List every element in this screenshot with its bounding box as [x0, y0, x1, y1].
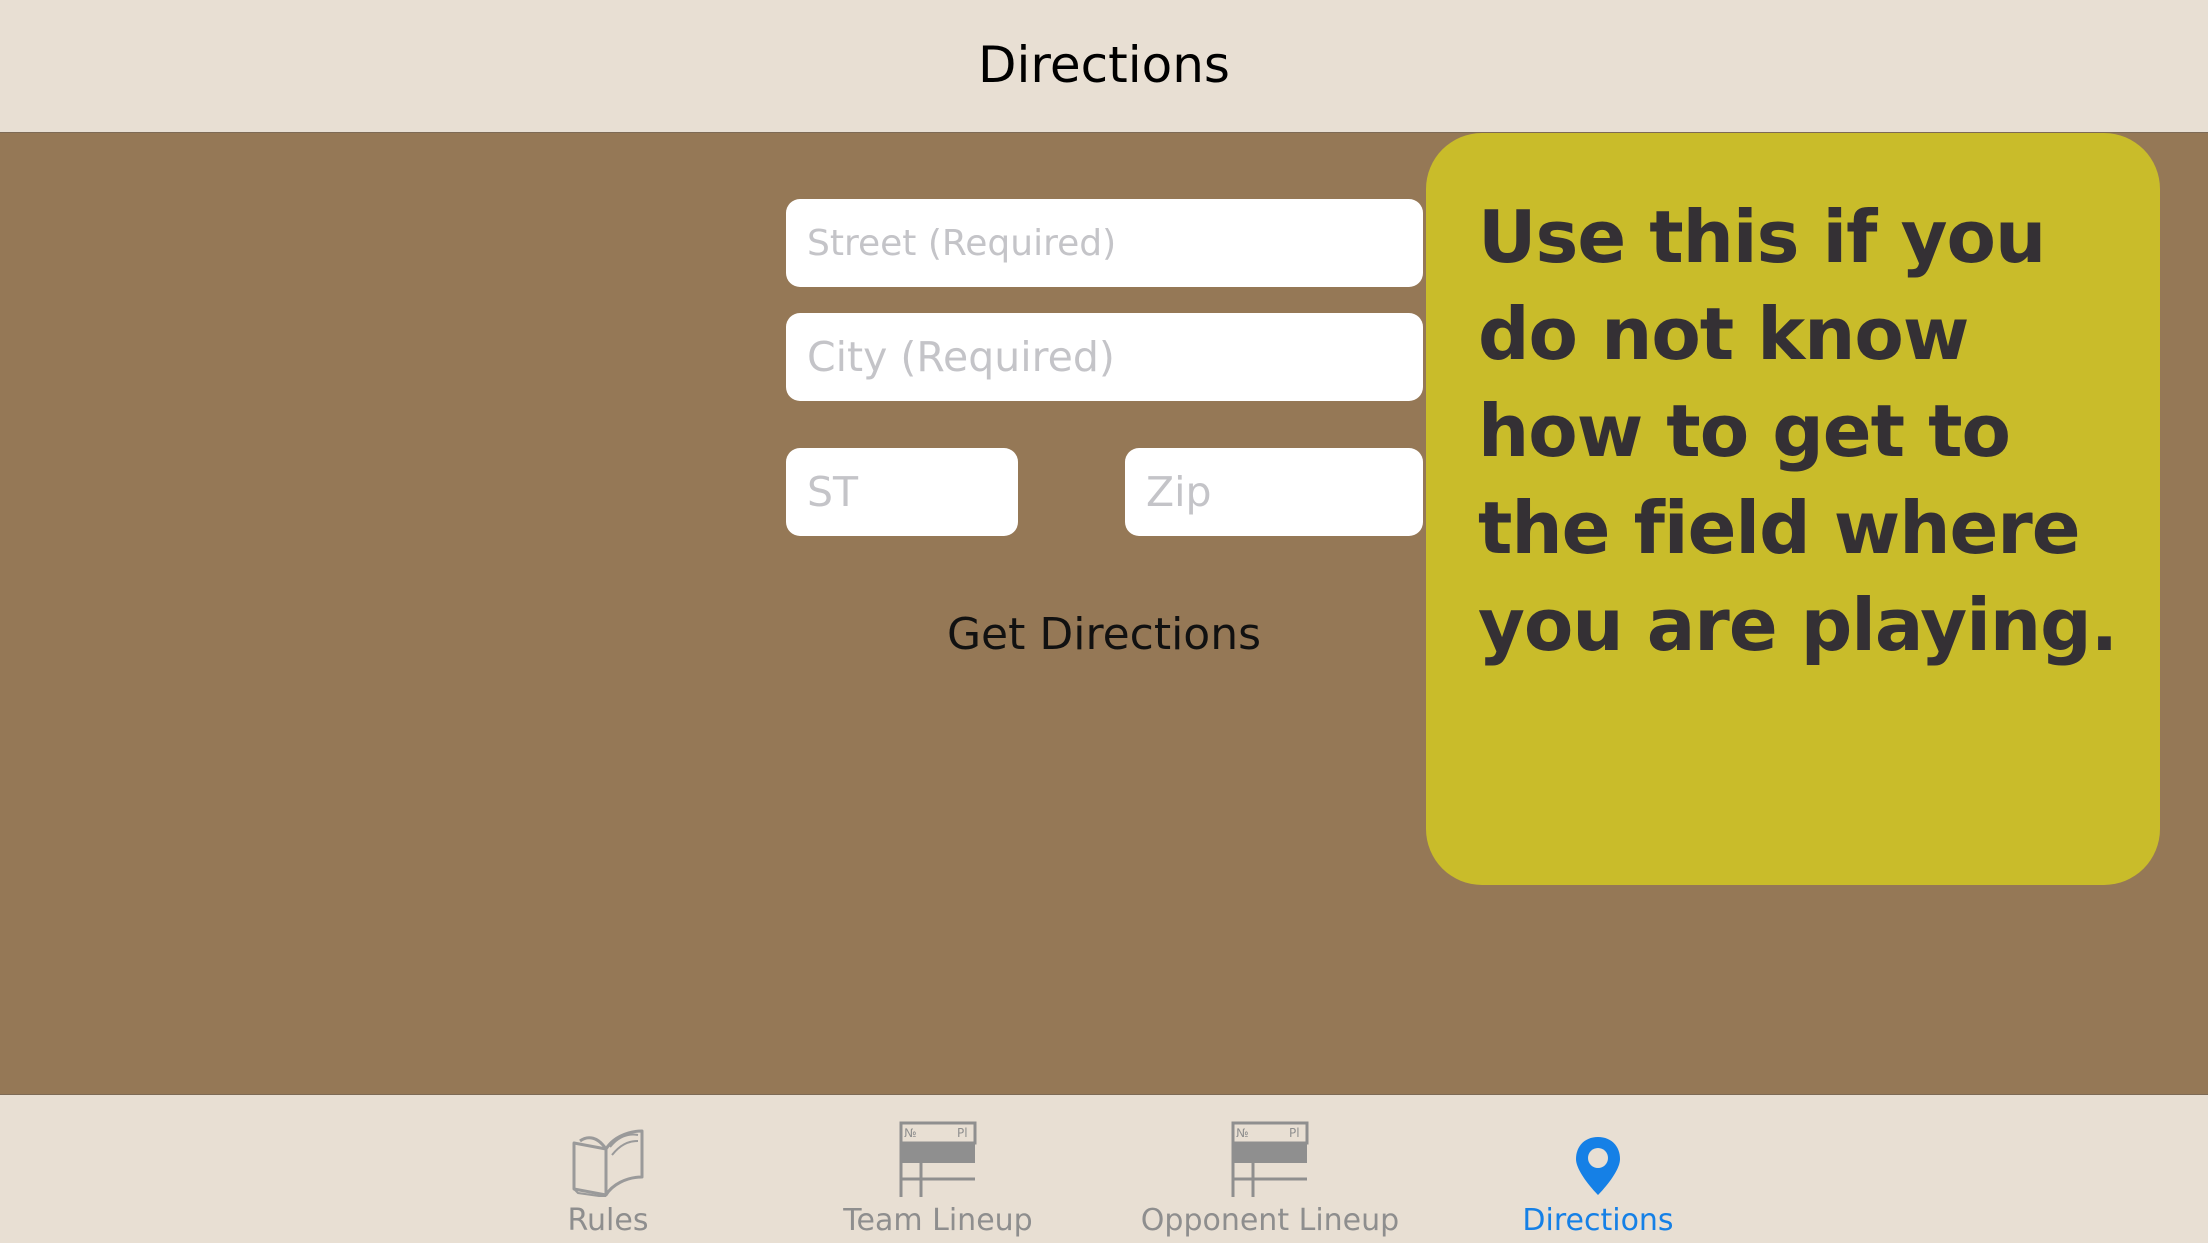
get-directions-button[interactable]: Get Directions [936, 609, 1272, 660]
state-input[interactable]: ST [786, 448, 1018, 536]
zip-input[interactable]: Zip [1125, 448, 1423, 536]
svg-text:№: № [904, 1126, 916, 1140]
tab-opponent-lineup[interactable]: № Pl Opponent Lineup [1120, 1095, 1420, 1243]
lineup-card-icon: № Pl [899, 1121, 977, 1197]
svg-text:Pl: Pl [1289, 1126, 1300, 1140]
help-callout-text: Use this if you do not know how to get t… [1478, 195, 2118, 667]
city-input[interactable]: City (Required) [786, 313, 1423, 401]
tab-label: Team Lineup [843, 1203, 1033, 1238]
tab-team-lineup[interactable]: № Pl Team Lineup [808, 1095, 1068, 1243]
tab-label: Opponent Lineup [1140, 1203, 1400, 1238]
state-placeholder: ST [807, 468, 859, 516]
tab-rules[interactable]: Rules [508, 1095, 708, 1243]
svg-text:№: № [1236, 1126, 1248, 1140]
svg-text:Pl: Pl [957, 1126, 968, 1140]
help-callout: Use this if you do not know how to get t… [1426, 133, 2160, 885]
page-title: Directions [978, 36, 1230, 94]
tab-directions[interactable]: Directions [1498, 1095, 1698, 1243]
directions-form-area: Street (Required) City (Required) ST Zip… [0, 133, 2208, 1094]
navigation-bar: Directions [0, 0, 2208, 133]
map-pin-icon [1576, 1137, 1620, 1195]
tab-label: Directions [1522, 1203, 1674, 1238]
street-input[interactable]: Street (Required) [786, 199, 1423, 287]
street-placeholder: Street (Required) [807, 222, 1117, 264]
book-icon [572, 1129, 644, 1197]
lineup-card-icon: № Pl [1231, 1121, 1309, 1197]
tab-bar: Rules № Pl Team Lineup № Pl Opponent Lin… [0, 1094, 2208, 1243]
city-placeholder: City (Required) [807, 333, 1115, 381]
zip-placeholder: Zip [1146, 468, 1212, 516]
tab-label: Rules [567, 1203, 649, 1238]
